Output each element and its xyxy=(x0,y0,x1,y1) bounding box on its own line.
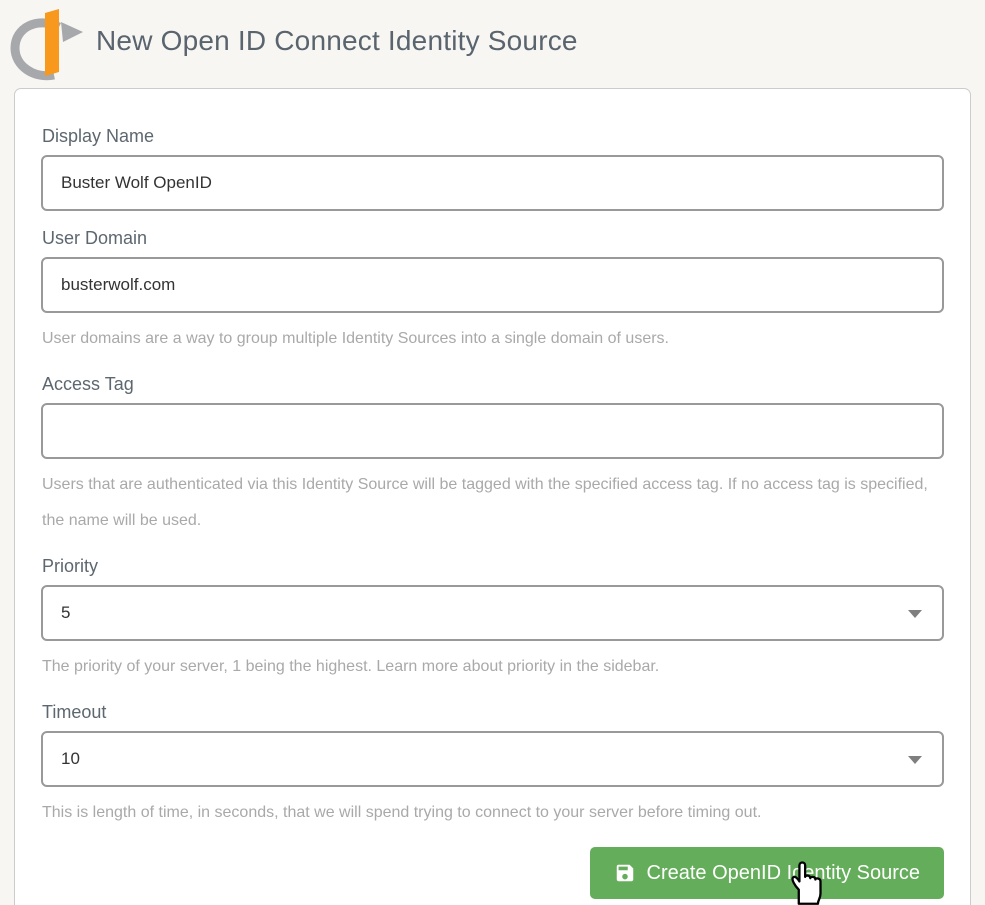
create-openid-identity-source-button[interactable]: Create OpenID Identity Source xyxy=(590,847,944,899)
priority-label: Priority xyxy=(42,555,944,577)
access-tag-input[interactable] xyxy=(41,403,944,459)
display-name-input[interactable] xyxy=(41,155,944,211)
timeout-help: This is length of time, in seconds, that… xyxy=(42,795,944,831)
actions-row: Create OpenID Identity Source xyxy=(41,847,944,899)
priority-group: Priority 5 The priority of your server, … xyxy=(41,555,944,685)
user-domain-help: User domains are a way to group multiple… xyxy=(42,321,944,357)
timeout-label: Timeout xyxy=(42,701,944,723)
chevron-down-icon xyxy=(908,610,922,618)
priority-select[interactable]: 5 xyxy=(41,585,944,641)
openid-logo-icon xyxy=(8,2,88,86)
form-card: Display Name User Domain User domains ar… xyxy=(14,88,971,905)
user-domain-input[interactable] xyxy=(41,257,944,313)
user-domain-group: User Domain User domains are a way to gr… xyxy=(41,227,944,357)
user-domain-label: User Domain xyxy=(42,227,944,249)
access-tag-group: Access Tag Users that are authenticated … xyxy=(41,373,944,539)
page-title: New Open ID Connect Identity Source xyxy=(96,25,578,57)
priority-help: The priority of your server, 1 being the… xyxy=(42,649,944,685)
chevron-down-icon xyxy=(908,756,922,764)
save-icon xyxy=(614,862,636,884)
display-name-label: Display Name xyxy=(42,125,944,147)
access-tag-help: Users that are authenticated via this Id… xyxy=(42,467,944,539)
timeout-group: Timeout 10 This is length of time, in se… xyxy=(41,701,944,831)
timeout-selected-value: 10 xyxy=(61,749,80,769)
display-name-group: Display Name xyxy=(41,125,944,211)
access-tag-label: Access Tag xyxy=(42,373,944,395)
page-header: New Open ID Connect Identity Source xyxy=(0,0,985,88)
priority-selected-value: 5 xyxy=(61,603,70,623)
create-button-label: Create OpenID Identity Source xyxy=(647,862,920,885)
timeout-select[interactable]: 10 xyxy=(41,731,944,787)
openid-logo xyxy=(8,2,88,86)
